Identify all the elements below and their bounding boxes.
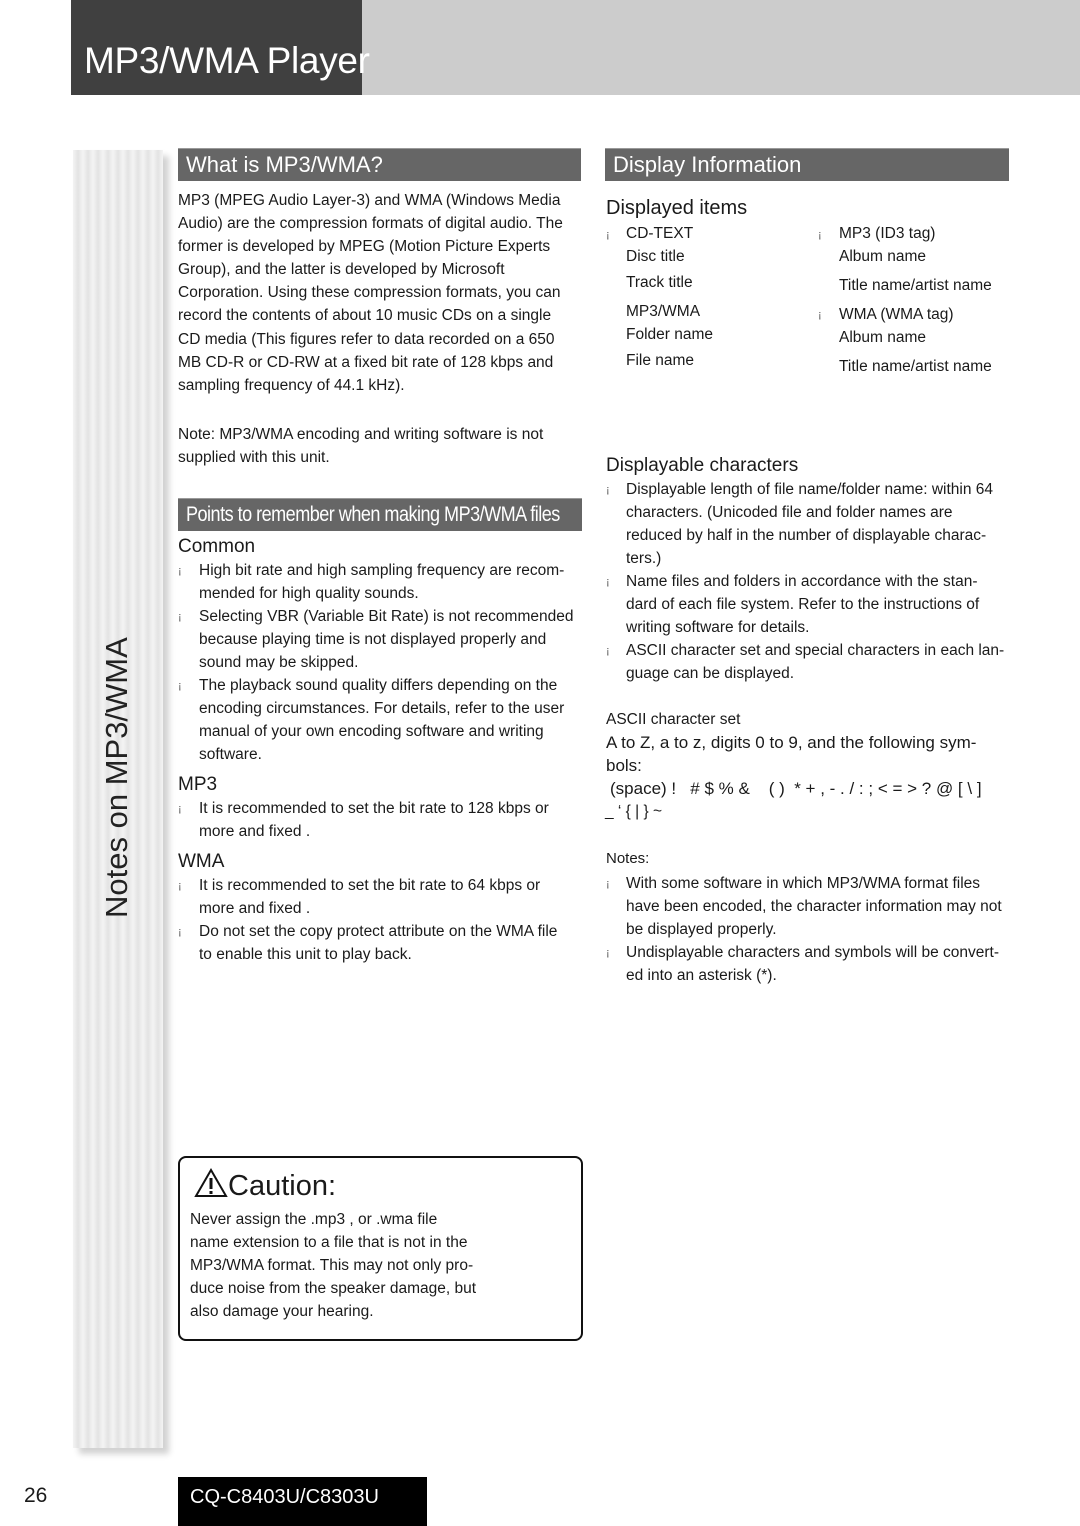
wma-item-2: Do not set the copy protect attribute on… — [199, 923, 558, 964]
bullet-icon: ¡ — [606, 576, 610, 588]
common-item-1: High bit rate and high sampling frequenc… — [199, 562, 565, 603]
bullet-icon: ¡ — [606, 645, 610, 657]
common-item-3: The playback sound quality differs depen… — [199, 677, 565, 764]
subheading-wma: WMA — [178, 851, 225, 872]
bullet-icon: ¡ — [178, 880, 182, 892]
displayed-item: Album name — [839, 248, 927, 265]
subheading-mp3: MP3 — [178, 774, 218, 795]
caution-text: Never assign the .mp3 , or .wma file nam… — [190, 1211, 477, 1321]
wma-item-1: It is recommended to set the bit rate to… — [199, 877, 541, 918]
bullet-icon: ¡ — [178, 926, 182, 938]
bullet-icon: ¡ — [606, 484, 610, 496]
bullet-icon: ¡ — [606, 878, 610, 890]
caution-heading: Caution: — [194, 1167, 337, 1203]
displayed-item: Folder name — [626, 326, 714, 343]
section-heading-points: Points to remember when making MP3/WMA f… — [178, 498, 582, 531]
caution-title: Caution: — [228, 1170, 337, 1202]
notes-item-1: With some software in which MP3/WMA form… — [626, 875, 1002, 939]
warning-triangle-icon — [194, 1167, 228, 1197]
displayed-item: Disc title — [626, 248, 685, 265]
section-heading-display-info: Display Information — [605, 148, 1009, 181]
ascii-title: ASCII character set — [606, 711, 741, 728]
displayed-item: Title name/artist name — [839, 277, 992, 294]
page-title: MP3/WMA Player — [84, 40, 370, 81]
bullet-icon: ¡ — [606, 947, 610, 959]
displayed-item: Title name/artist name — [839, 358, 992, 375]
displayed-group-cdtext: CD-TEXT — [626, 225, 694, 242]
bullet-icon: ¡ — [178, 565, 182, 577]
displayable-item-2: Name files and folders in accordance wit… — [626, 573, 980, 637]
bullet-icon: ¡ — [606, 229, 610, 241]
mp3-item-1: It is recommended to set the bit rate to… — [199, 800, 549, 841]
subheading-common: Common — [178, 536, 256, 557]
header-band-light — [362, 0, 1080, 95]
displayable-item-1: Displayable length of file name/folder n… — [626, 481, 994, 568]
notes-item-2: Undisplayable characters and symbols wil… — [626, 944, 1000, 985]
displayed-item: File name — [626, 352, 695, 369]
ascii-symbols-line2: _ ‘ { | } ~ — [605, 803, 663, 820]
common-item-2: Selecting VBR (Variable Bit Rate) is not… — [199, 608, 574, 672]
subheading-displayed-items: Displayed items — [606, 197, 748, 219]
bullet-icon: ¡ — [818, 229, 822, 241]
software-note: Note: MP3/WMA encoding and writing softw… — [178, 426, 544, 467]
bullet-icon: ¡ — [178, 611, 182, 623]
displayed-item: Album name — [839, 329, 927, 346]
notes-title: Notes: — [606, 850, 650, 867]
what-is-paragraph: MP3 (MPEG Audio Layer-3) and WMA (Window… — [178, 192, 563, 394]
side-tab-label: Notes on MP3/WMA — [99, 637, 134, 918]
displayed-item: Track title — [626, 274, 693, 291]
displayed-group-id3: MP3 (ID3 tag) — [839, 225, 936, 242]
displayed-group-mp3wma: MP3/WMA — [626, 303, 701, 320]
subheading-displayable-characters: Displayable characters — [606, 455, 799, 476]
section-heading-what-is: What is MP3/WMA? — [178, 148, 581, 181]
ascii-symbols-line1: (space) ! # $ % & ( ) * + , - . / : ; < … — [610, 779, 982, 798]
bullet-icon: ¡ — [818, 309, 822, 321]
bullet-icon: ¡ — [178, 803, 182, 815]
model-number: CQ-C8403U/C8303U — [190, 1486, 379, 1508]
section-heading-points-label: Points to remember when making MP3/WMA f… — [186, 503, 560, 526]
displayable-item-3: ASCII character set and special characte… — [626, 642, 1005, 683]
displayed-group-wmatag: WMA (WMA tag) — [839, 306, 954, 323]
ascii-description: A to Z, a to z, digits 0 to 9, and the f… — [606, 733, 977, 776]
bullet-icon: ¡ — [178, 680, 182, 692]
page-number: 26 — [24, 1484, 48, 1507]
